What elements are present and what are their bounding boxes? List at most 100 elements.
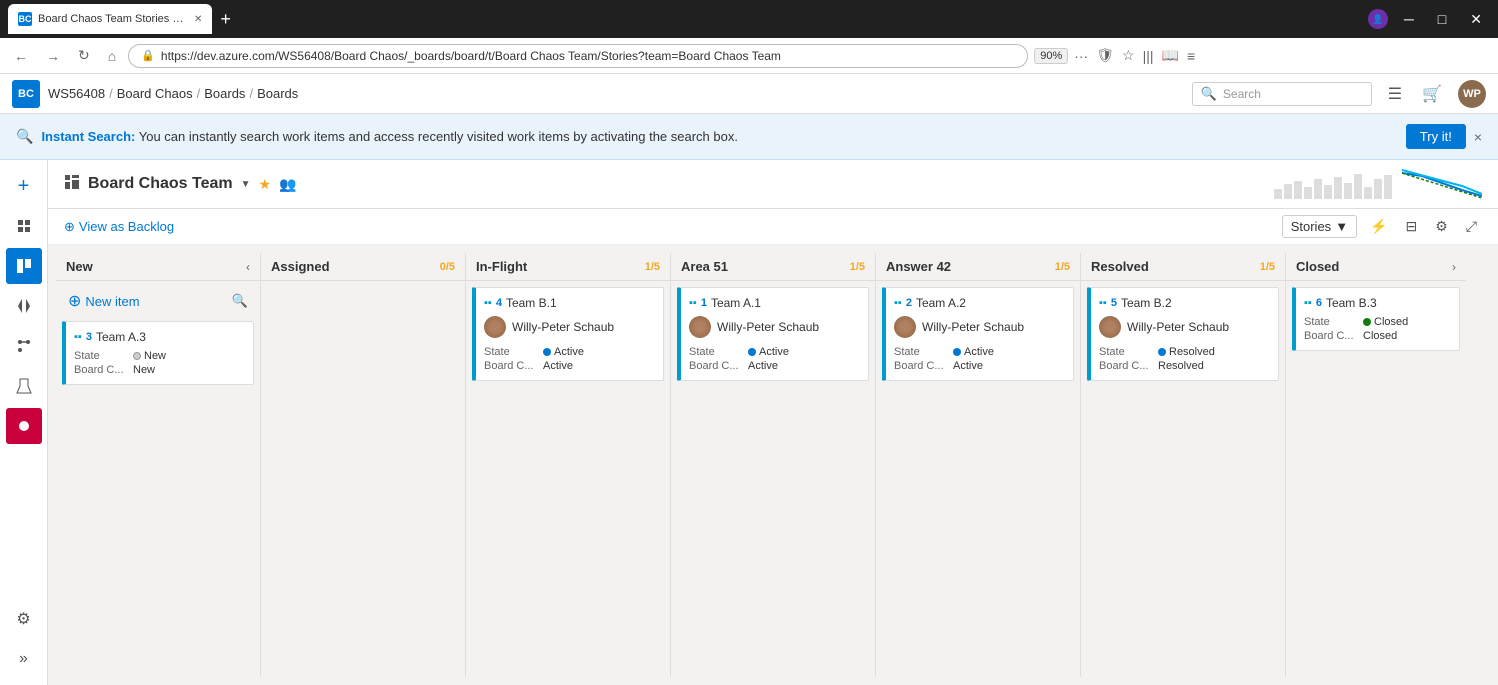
extension-icon[interactable]: 👤 (1368, 9, 1388, 29)
card-2-id[interactable]: 2 (906, 297, 912, 309)
card-6-state-row: State Closed (1304, 316, 1451, 328)
minimize-button[interactable]: ─ (1396, 7, 1422, 31)
work-card-4[interactable]: ▪▪ 4 Team B.1 Willy-Peter Schaub State (472, 287, 664, 381)
shield-icon[interactable]: 🛡 (1096, 47, 1114, 64)
breadcrumb-boards-2[interactable]: Boards (257, 86, 298, 101)
board-favorite-icon[interactable]: ★ (259, 176, 272, 193)
card-2-title[interactable]: Team A.2 (916, 296, 1065, 310)
new-item-button[interactable]: ⊕ New item (68, 291, 140, 311)
sidebar-item-artifacts[interactable] (6, 408, 42, 444)
tab-favicon: BC (18, 12, 32, 26)
card-1-board-label: Board C... (689, 360, 744, 372)
card-1-title[interactable]: Team A.1 (711, 296, 860, 310)
sidebar-add-button[interactable]: + (6, 168, 42, 204)
close-button[interactable]: ✕ (1462, 7, 1490, 32)
list-view-icon[interactable]: ☰ (1384, 80, 1406, 108)
card-4-id[interactable]: 4 (496, 297, 502, 309)
new-tab-button[interactable]: + (220, 9, 231, 30)
new-item-search-icon[interactable]: 🔍 (232, 293, 248, 309)
column-title-answer42: Answer 42 (886, 259, 1049, 274)
shopping-icon[interactable]: 🛒 (1418, 80, 1446, 108)
column-body-area51: ▪▪ 1 Team A.1 Willy-Peter Schaub State (671, 281, 875, 677)
fullscreen-icon[interactable]: ⤢ (1461, 215, 1482, 238)
burndown-chart (1402, 168, 1482, 200)
sidebar-settings-icon[interactable]: ⚙ (6, 601, 42, 637)
view-as-backlog-link[interactable]: ⊕ View as Backlog (64, 219, 174, 235)
breadcrumb-boards-1[interactable]: Boards (204, 86, 245, 101)
star-icon[interactable]: ☆ (1122, 47, 1135, 64)
search-box[interactable]: 🔍 Search (1192, 82, 1372, 106)
tab-close-button[interactable]: ✕ (194, 14, 202, 25)
reader-icon[interactable]: 📖 (1162, 47, 1179, 64)
card-5-id[interactable]: 5 (1111, 297, 1117, 309)
user-avatar[interactable]: WP (1458, 80, 1486, 108)
card-6-title[interactable]: Team B.3 (1326, 296, 1451, 310)
card-3-state-label: State (74, 350, 129, 362)
breadcrumb-org[interactable]: WS56408 (48, 86, 105, 101)
card-4-board-row: Board C... Active (484, 360, 655, 372)
card-3-state-value: New (133, 350, 166, 362)
card-6-id[interactable]: 6 (1316, 297, 1322, 309)
settings-menu-icon[interactable]: ≡ (1187, 48, 1195, 64)
breadcrumb-project[interactable]: Board Chaos (117, 86, 193, 101)
url-bar: ← → ↻ ⌂ 🔒 https://dev.azure.com/WS56408/… (0, 38, 1498, 74)
banner-close-button[interactable]: × (1474, 129, 1482, 145)
filter-icon[interactable]: ⊟ (1401, 215, 1423, 238)
column-title-assigned: Assigned (271, 259, 434, 274)
card-2-state-dot (953, 348, 961, 356)
card-1-state-label: State (689, 346, 744, 358)
refresh-button[interactable]: ↻ (72, 45, 96, 66)
board-dropdown-icon[interactable]: ▼ (241, 179, 251, 190)
card-1-id[interactable]: 1 (701, 297, 707, 309)
column-expand-closed[interactable]: › (1452, 260, 1456, 274)
card-1-header: ▪▪ 1 Team A.1 (689, 296, 860, 310)
card-5-state-row: State Resolved (1099, 346, 1270, 358)
maximize-button[interactable]: □ (1430, 7, 1454, 31)
stories-dropdown[interactable]: Stories ▼ (1282, 215, 1357, 238)
card-3-title[interactable]: Team A.3 (96, 330, 245, 344)
filter-settings-icon[interactable]: ⚡ (1365, 215, 1392, 238)
sidebar-item-pipelines[interactable] (6, 328, 42, 364)
sidebar-item-boards[interactable] (6, 248, 42, 284)
work-card-3[interactable]: ▪▪ 3 Team A.3 State New Board (62, 321, 254, 385)
card-6-state-dot (1363, 318, 1371, 326)
card-1-avatar (689, 316, 711, 338)
settings-icon[interactable]: ⚙ (1430, 215, 1453, 238)
work-card-6[interactable]: ▪▪ 6 Team B.3 State Closed Bo (1292, 287, 1460, 351)
banner-bold-text: Instant Search: (41, 129, 135, 144)
card-2-type-icon: ▪▪ (894, 297, 902, 309)
back-button[interactable]: ← (8, 46, 34, 66)
browser-tab[interactable]: BC Board Chaos Team Stories Boa... ✕ (8, 4, 212, 34)
more-button[interactable]: ··· (1074, 48, 1088, 64)
try-it-button[interactable]: Try it! (1406, 124, 1466, 149)
url-input[interactable]: 🔒 https://dev.azure.com/WS56408/Board Ch… (128, 44, 1028, 68)
collections-icon[interactable]: ||| (1143, 48, 1154, 64)
card-3-state-row: State New (74, 350, 245, 362)
column-resolved: Resolved 1/5 ▪▪ 5 Team B.2 Willy-Peter S… (1081, 253, 1286, 677)
sidebar-expand-icon[interactable]: » (6, 641, 42, 677)
board-team-icon[interactable]: 👥 (279, 176, 296, 193)
column-collapse-new[interactable]: ‹ (246, 260, 250, 274)
card-3-id[interactable]: 3 (86, 331, 92, 343)
sidebar-item-test[interactable] (6, 368, 42, 404)
url-text: https://dev.azure.com/WS56408/Board Chao… (161, 49, 1015, 63)
column-assigned: Assigned 0/5 (261, 253, 466, 677)
card-4-title[interactable]: Team B.1 (506, 296, 655, 310)
column-title-closed: Closed (1296, 259, 1446, 274)
work-card-2[interactable]: ▪▪ 2 Team A.2 Willy-Peter Schaub State (882, 287, 1074, 381)
work-card-1[interactable]: ▪▪ 1 Team A.1 Willy-Peter Schaub State (677, 287, 869, 381)
home-button[interactable]: ⌂ (102, 46, 122, 66)
card-4-header: ▪▪ 4 Team B.1 (484, 296, 655, 310)
card-1-board-value: Active (748, 360, 778, 372)
card-6-state-value: Closed (1363, 316, 1408, 328)
card-2-board-value: Active (953, 360, 983, 372)
card-4-board-value: Active (543, 360, 573, 372)
forward-button[interactable]: → (40, 46, 66, 66)
work-card-5[interactable]: ▪▪ 5 Team B.2 Willy-Peter Schaub State (1087, 287, 1279, 381)
sidebar-item-repos[interactable] (6, 288, 42, 324)
column-area51: Area 51 1/5 ▪▪ 1 Team A.1 Willy-Peter Sc… (671, 253, 876, 677)
card-5-board-value: Resolved (1158, 360, 1204, 372)
sidebar-item-home[interactable] (6, 208, 42, 244)
card-5-title[interactable]: Team B.2 (1121, 296, 1270, 310)
card-1-state-dot (748, 348, 756, 356)
